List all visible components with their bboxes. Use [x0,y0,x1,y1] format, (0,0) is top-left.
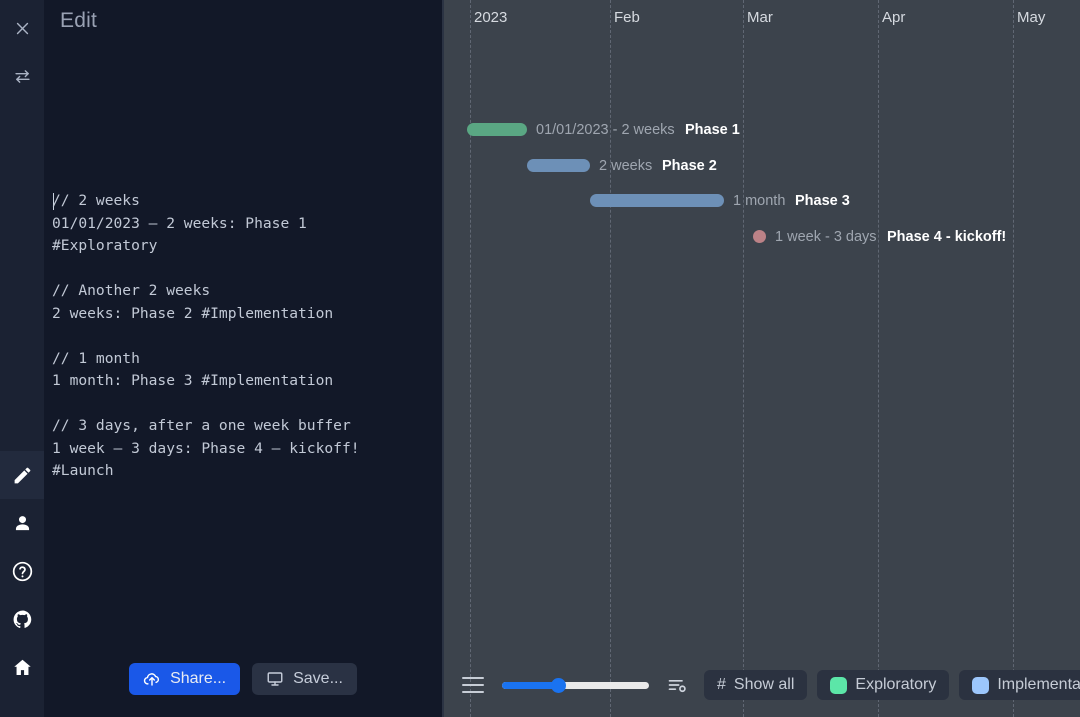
home-icon[interactable] [0,643,44,691]
swap-icon[interactable] [0,52,44,100]
share-button[interactable]: Share... [129,663,240,695]
gridline-3 [878,0,879,717]
edit-icon[interactable] [0,451,44,499]
editor-panel: Edit // 2 weeks 01/01/2023 — 2 weeks: Ph… [44,0,444,717]
gantt-bar[interactable] [527,159,590,172]
chip-label: Show all [734,676,794,694]
tag-filter-chips: # Show all Exploratory Implementation [704,670,1080,700]
gantt-bar[interactable] [467,123,527,136]
hamburger-icon[interactable] [462,677,484,693]
color-swatch [830,677,847,694]
zoom-slider-fill [502,682,558,689]
chip-label: Exploratory [855,676,936,694]
app-window: Edit // 2 weeks 01/01/2023 — 2 weeks: Ph… [0,0,1080,717]
account-icon[interactable] [0,499,44,547]
task-duration-label: 01/01/2023 - 2 weeks [536,122,675,138]
task-name-label: Phase 4 - kickoff! [887,229,1006,245]
gantt-chart-panel: 2023 Feb Mar Apr May 01/01/2023 - 2 weeks Pha… [444,0,1080,717]
timeline-label: 2023 [474,9,507,26]
gantt-task-row[interactable]: 2 weeks Phase 2 [444,155,1080,177]
editor-actions: Share... Save... [44,663,442,695]
gridline-0 [470,0,471,717]
page-title: Edit [60,9,97,33]
gridline-4 [1013,0,1014,717]
gantt-milestone[interactable] [753,230,766,243]
monitor-icon [266,670,284,688]
gantt-task-row[interactable]: 01/01/2023 - 2 weeks Phase 1 [444,119,1080,141]
timeline-source-textarea[interactable]: // 2 weeks 01/01/2023 — 2 weeks: Phase 1… [52,190,434,483]
gantt-bar[interactable] [590,194,724,207]
zoom-slider-knob[interactable] [551,678,566,693]
github-icon[interactable] [0,595,44,643]
timeline-label: Mar [747,9,773,26]
zoom-slider[interactable] [502,675,649,695]
chip-label: Implementation [997,676,1080,694]
chart-toolbar: # Show all Exploratory Implementation [444,653,1080,717]
task-duration-label: 1 week - 3 days [775,229,877,245]
timeline-label: Feb [614,9,640,26]
filter-chip-exploratory[interactable]: Exploratory [817,670,949,700]
close-icon[interactable] [0,4,44,52]
icon-rail [0,0,44,717]
task-name-label: Phase 3 [795,193,850,209]
gridline-1 [610,0,611,717]
gantt-task-row[interactable]: 1 week - 3 days Phase 4 - kickoff! [444,226,1080,248]
filter-settings-icon[interactable] [666,675,688,695]
task-duration-label: 1 month [733,193,785,209]
cloud-upload-icon [143,670,161,688]
task-name-label: Phase 2 [662,158,717,174]
gridline-2 [743,0,744,717]
save-button-label: Save... [293,670,343,688]
color-swatch [972,677,989,694]
task-name-label: Phase 1 [685,122,740,138]
hash-icon: # [717,676,726,694]
task-duration-label: 2 weeks [599,158,652,174]
filter-chip-implementation[interactable]: Implementation [959,670,1080,700]
share-button-label: Share... [170,670,226,688]
help-icon[interactable] [0,547,44,595]
save-button[interactable]: Save... [252,663,357,695]
timeline-label: May [1017,9,1045,26]
gantt-task-row[interactable]: 1 month Phase 3 [444,190,1080,212]
timeline-label: Apr [882,9,905,26]
filter-chip-show-all[interactable]: # Show all [704,670,807,700]
